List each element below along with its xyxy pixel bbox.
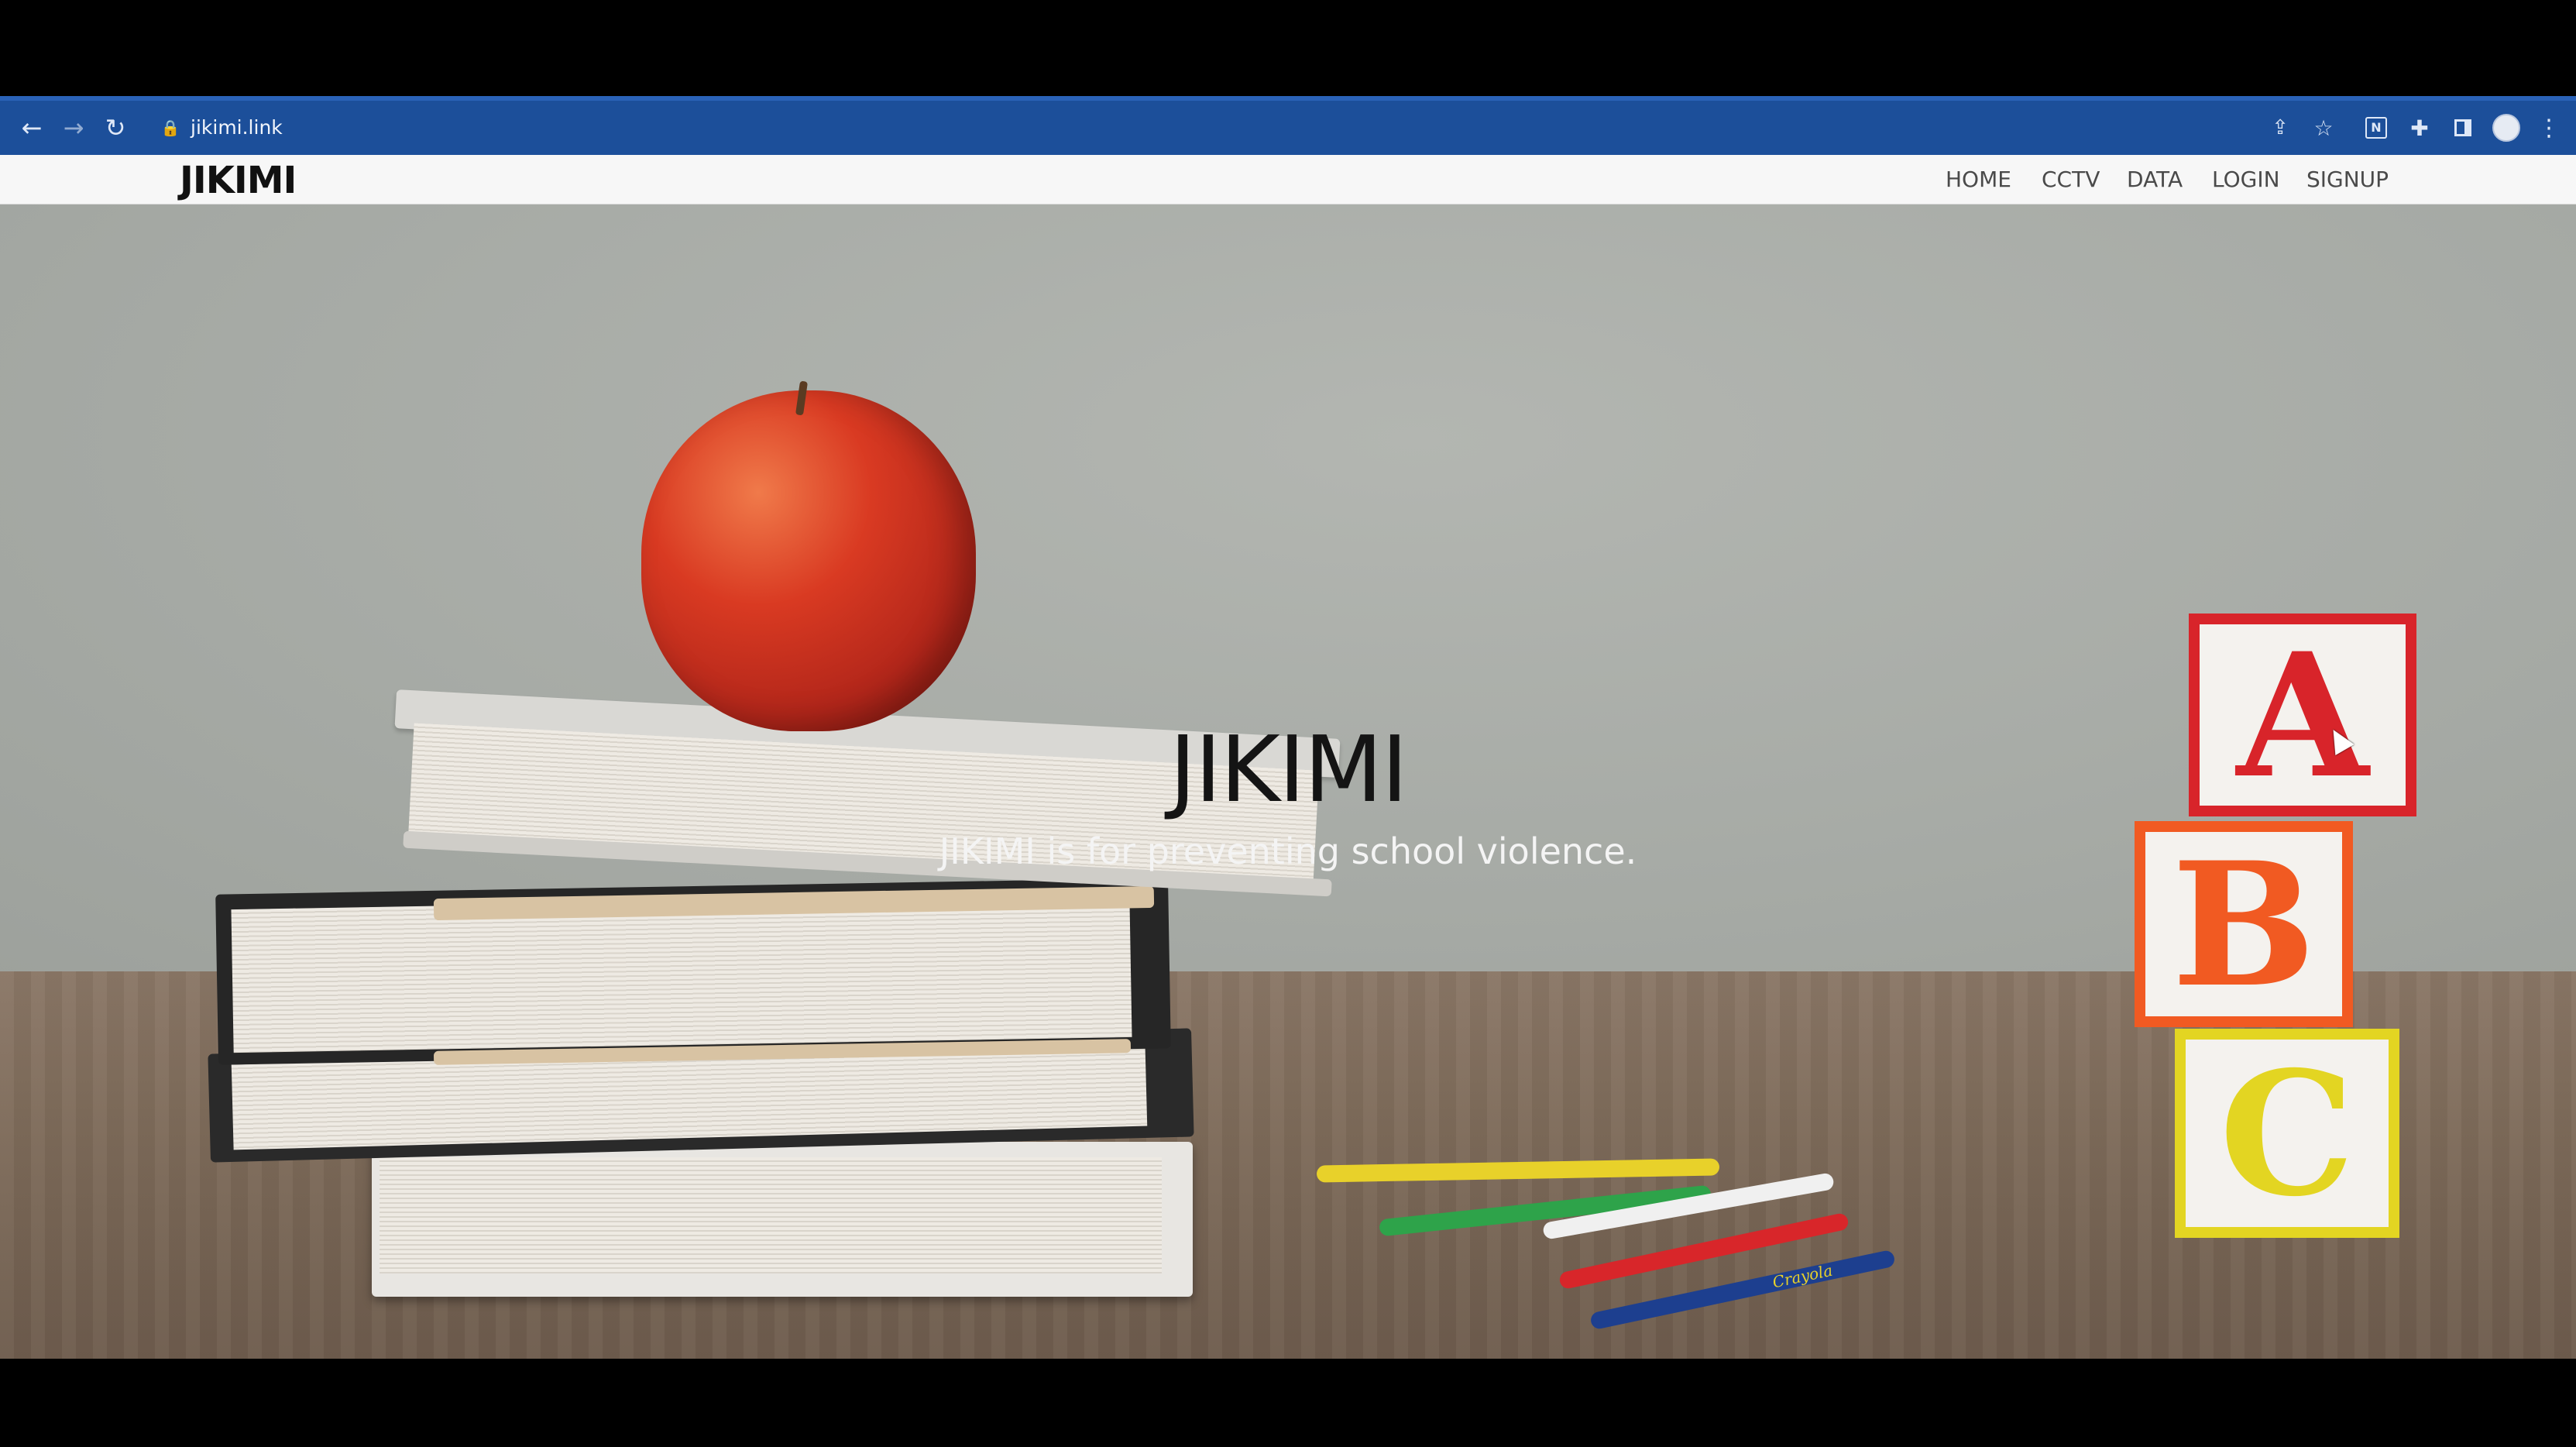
hero-title: JIKIMI xyxy=(1169,716,1408,823)
profile-avatar-icon[interactable] xyxy=(2491,101,2522,155)
block-c-image: C xyxy=(2175,1029,2399,1238)
address-bar-url[interactable]: jikimi.link xyxy=(191,101,283,155)
apple-image xyxy=(641,390,976,731)
nav-login[interactable]: LOGIN xyxy=(2212,155,2280,205)
browser-toolbar: ← → ↻ 🔒 jikimi.link ⇪ ☆ N ✚ ⋮ xyxy=(0,96,2576,155)
nav-data[interactable]: DATA xyxy=(2127,155,2183,205)
menu-kebab-icon[interactable]: ⋮ xyxy=(2537,101,2561,155)
nav-cctv[interactable]: CCTV xyxy=(2042,155,2100,205)
hero-subtitle: JIKIMI is for preventing school violence… xyxy=(939,830,1637,872)
extensions-puzzle-icon[interactable]: ✚ xyxy=(2406,101,2433,155)
brand-logo[interactable]: JIKIMI xyxy=(180,155,297,205)
reload-icon[interactable]: ↻ xyxy=(101,101,130,155)
lock-icon[interactable]: 🔒 xyxy=(160,101,181,155)
notion-extension-icon[interactable]: N xyxy=(2362,101,2390,155)
site-navbar: JIKIMI HOME CCTV DATA LOGIN SIGNUP xyxy=(0,155,2576,205)
hero-section: A B C Crayola JIKIMI JIKIMI is for preve… xyxy=(0,205,2576,1359)
forward-icon[interactable]: → xyxy=(59,101,88,155)
bookmark-star-icon[interactable]: ☆ xyxy=(2308,101,2339,155)
side-panel-icon[interactable] xyxy=(2449,101,2477,155)
back-icon[interactable]: ← xyxy=(17,101,46,155)
nav-signup[interactable]: SIGNUP xyxy=(2306,155,2389,205)
nav-home[interactable]: HOME xyxy=(1946,155,2011,205)
share-icon[interactable]: ⇪ xyxy=(2265,101,2296,155)
